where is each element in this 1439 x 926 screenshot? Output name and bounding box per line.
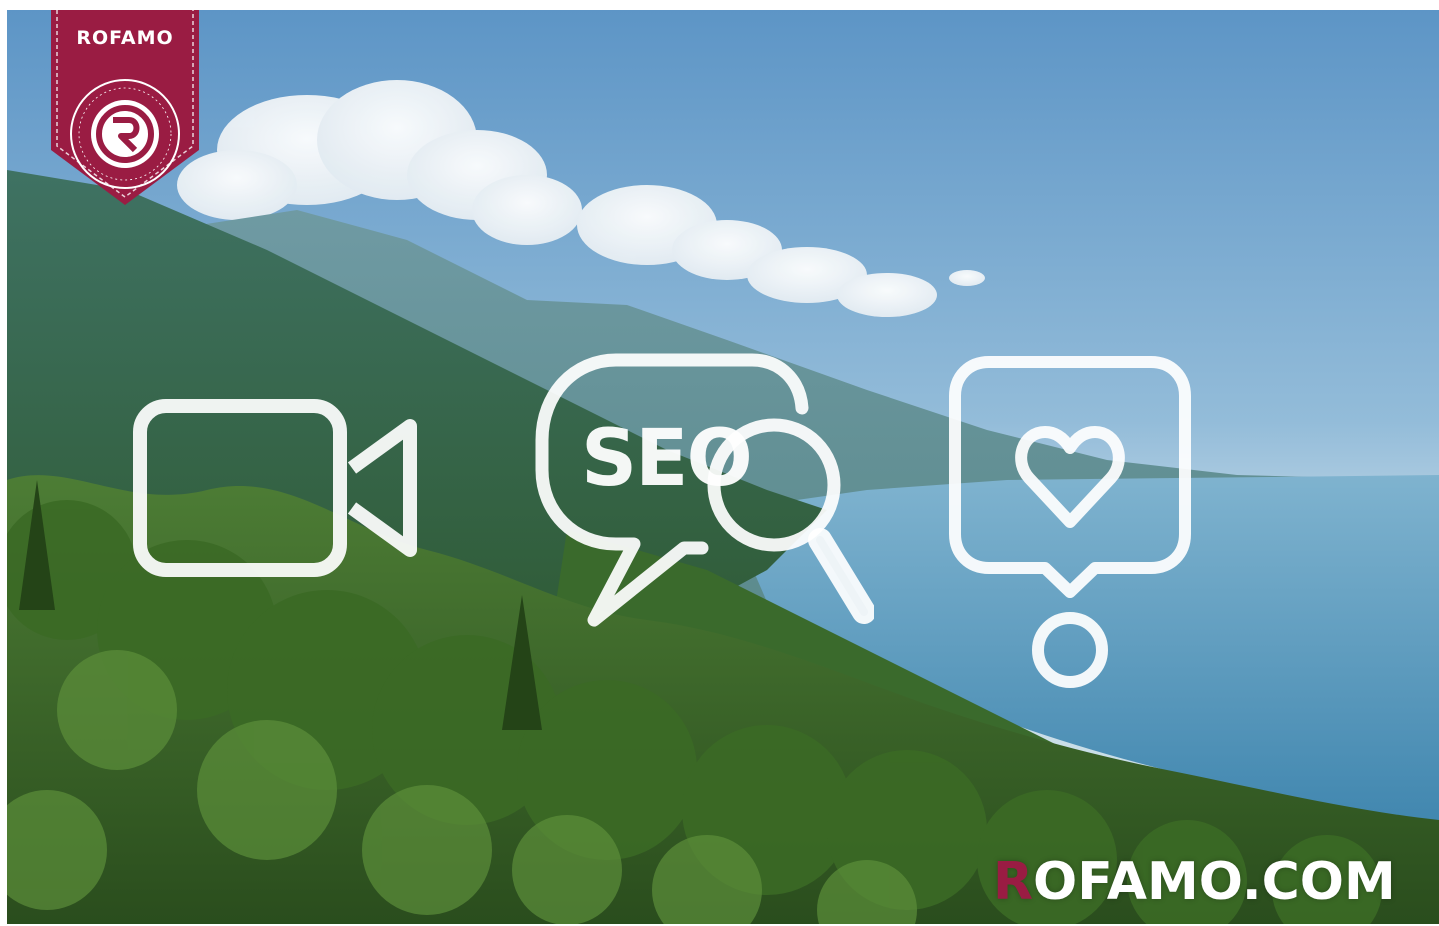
brand-seal-logo [70, 79, 180, 189]
watermark-rest: OFAMO.COM [1033, 852, 1396, 912]
badge-brand-text: ROFAMO [76, 27, 174, 49]
site-watermark: ROFAMO.COM [993, 852, 1396, 912]
brand-badge: ROFAMO [51, 10, 199, 205]
seo-label: SEO [581, 414, 753, 504]
watermark-first-letter: R [993, 852, 1034, 912]
hero-image: ROFAMO SEO ROFAMO.COM [7, 10, 1439, 924]
heart-chat-bubble-icon [949, 356, 1191, 688]
video-camera-icon [133, 399, 417, 577]
